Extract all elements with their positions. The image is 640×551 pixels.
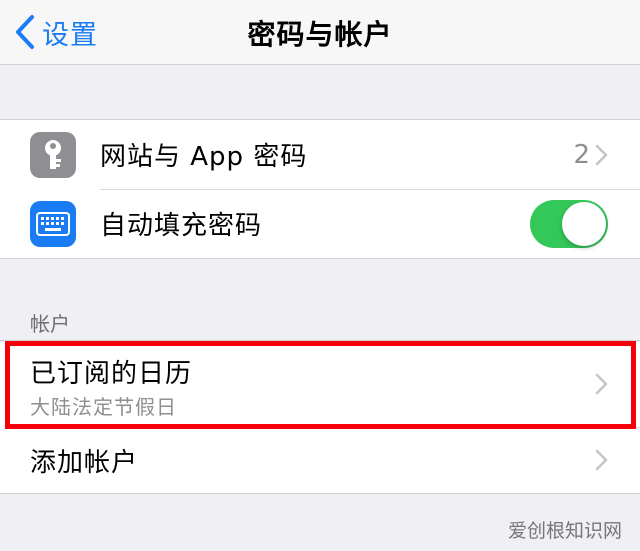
toggle-knob bbox=[562, 201, 606, 246]
website-passwords-count: 2 bbox=[573, 139, 590, 170]
accounts-group: 已订阅的日历 大陆法定节假日 添加帐户 bbox=[0, 340, 640, 494]
chevron-right-icon bbox=[595, 144, 608, 165]
page-title: 密码与帐户 bbox=[247, 18, 393, 51]
add-account-row[interactable]: 添加帐户 bbox=[0, 427, 640, 493]
key-icon bbox=[30, 131, 76, 178]
passwords-group: 网站与 App 密码 2 自动填充密码 bbox=[0, 119, 640, 259]
website-passwords-row[interactable]: 网站与 App 密码 2 bbox=[0, 120, 640, 189]
keyboard-icon bbox=[30, 200, 76, 247]
chevron-right-icon bbox=[595, 373, 608, 395]
website-passwords-label: 网站与 App 密码 bbox=[100, 142, 308, 172]
subscribed-calendar-row[interactable]: 已订阅的日历 大陆法定节假日 bbox=[0, 341, 640, 427]
add-account-label: 添加帐户 bbox=[30, 447, 139, 478]
subscribed-calendar-subtitle: 大陆法定节假日 bbox=[30, 395, 177, 419]
navigation-bar: 设置 密码与帐户 bbox=[0, 0, 640, 65]
subscribed-calendar-title: 已订阅的日历 bbox=[30, 359, 193, 389]
autofill-passwords-label: 自动填充密码 bbox=[100, 211, 263, 241]
accounts-section-header: 帐户 bbox=[30, 312, 70, 336]
chevron-right-icon bbox=[595, 449, 608, 471]
autofill-toggle[interactable] bbox=[530, 199, 608, 248]
autofill-passwords-row: 自动填充密码 bbox=[0, 189, 640, 258]
watermark: 爱创根知识网 bbox=[507, 520, 622, 542]
